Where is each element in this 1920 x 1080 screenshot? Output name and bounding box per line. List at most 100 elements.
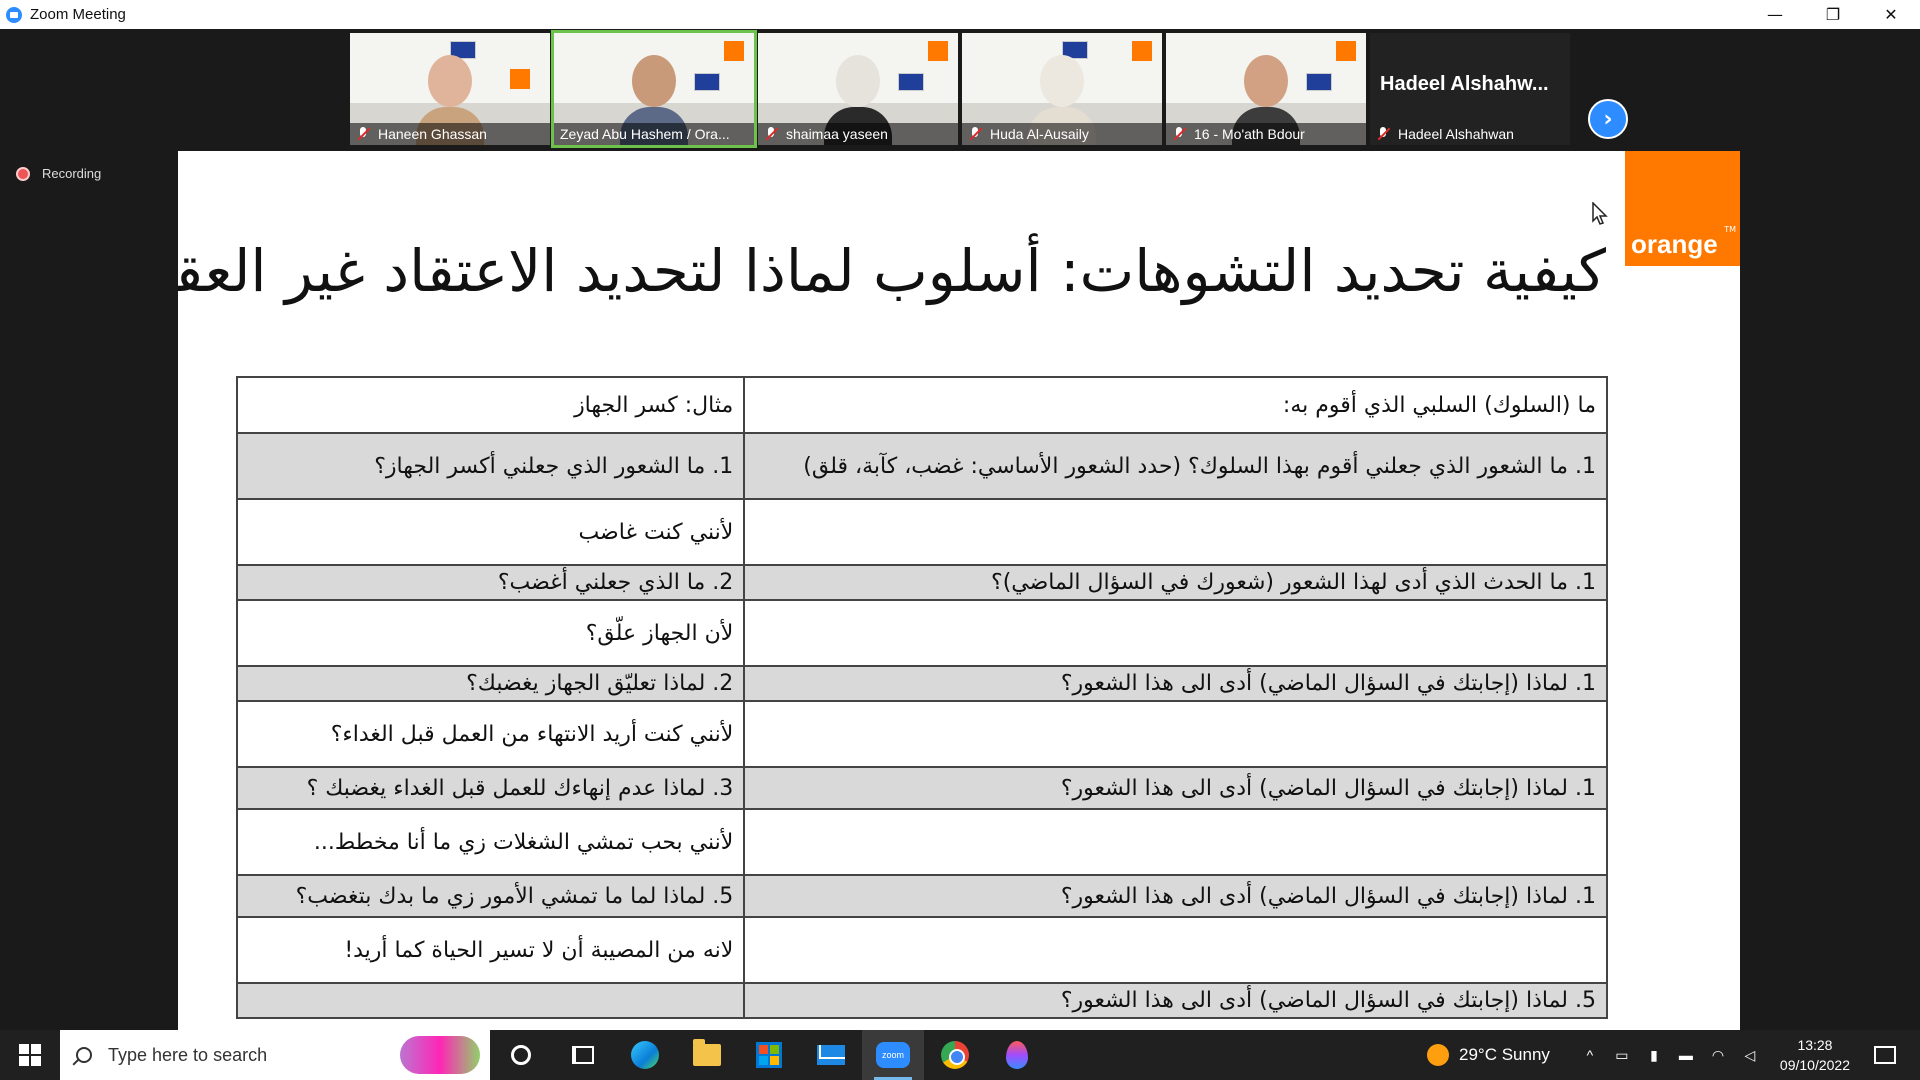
example-cell: لأن الجهاز علّق؟ — [235, 599, 746, 667]
orange-square-icon — [1336, 41, 1356, 61]
file-explorer-button[interactable] — [676, 1030, 738, 1080]
table-row: 5. لماذا لما ما تمشي الأمور زي ما بدك بت… — [235, 874, 1608, 918]
meet-now-icon[interactable]: ▭ — [1612, 1046, 1632, 1064]
participant-name: shaimaa yaseen — [786, 126, 888, 142]
question-cell — [743, 700, 1608, 768]
store-icon — [756, 1042, 782, 1068]
example-cell: 3. لماذا عدم إنهاءك للعمل قبل الغداء يغض… — [235, 766, 746, 810]
cortana-icon — [511, 1045, 531, 1065]
microphone-icon[interactable]: ▮ — [1644, 1046, 1664, 1064]
example-cell: لأنني كنت أريد الانتهاء من العمل قبل الغ… — [235, 700, 746, 768]
question-cell — [743, 498, 1608, 566]
table-row: لانه من المصيبة أن لا تسير الحياة كما أر… — [235, 916, 1608, 984]
system-tray: 29°C Sunny ^ ▭ ▮ ▬ ◠ ◁ 13:28 09/10/2022 — [1427, 1030, 1920, 1080]
participant-name: Haneen Ghassan — [378, 126, 487, 142]
app-drop-button[interactable] — [986, 1030, 1048, 1080]
participant-display-name: Hadeel Alshahw... — [1380, 73, 1549, 95]
task-view-button[interactable] — [552, 1030, 614, 1080]
participant-name-bar: 16 - Mo'ath Bdour — [1166, 123, 1366, 145]
table-row: 5. لماذا (إجابتك في السؤال الماضي) أدى ا… — [235, 982, 1608, 1019]
show-hidden-icons-chevron-icon[interactable]: ^ — [1580, 1046, 1600, 1064]
example-cell: مثال: كسر الجهاز — [235, 376, 746, 434]
muted-mic-icon — [764, 127, 778, 141]
participant-tile[interactable]: shaimaa yaseen — [758, 33, 958, 145]
recording-indicator[interactable]: Recording — [16, 166, 101, 181]
notifications-icon[interactable] — [1874, 1046, 1896, 1064]
clock[interactable]: 13:28 09/10/2022 — [1780, 1035, 1850, 1075]
question-cell: 5. لماذا (إجابتك في السؤال الماضي) أدى ا… — [743, 982, 1608, 1019]
close-button[interactable]: ✕ — [1862, 0, 1920, 29]
table-row: مثال: كسر الجهاز ما (السلوك) السلبي الذي … — [235, 376, 1608, 434]
mail-button[interactable] — [800, 1030, 862, 1080]
next-page-button[interactable]: › — [1588, 99, 1628, 139]
clock-date: 09/10/2022 — [1779, 1057, 1850, 1073]
participant-tile[interactable]: Haneen Ghassan — [350, 33, 550, 145]
recording-dot-icon — [16, 166, 30, 181]
muted-mic-icon — [1172, 127, 1186, 141]
worksheet-table: مثال: كسر الجهاز ما (السلوك) السلبي الذي … — [235, 376, 1608, 1019]
question-cell: 1. ما الشعور الذي جعلني أقوم بهذا السلوك… — [743, 432, 1608, 500]
edge-icon — [631, 1041, 659, 1069]
question-cell: 1. لماذا (إجابتك في السؤال الماضي) أدى ا… — [743, 766, 1608, 810]
volume-muted-icon[interactable]: ◁ — [1740, 1046, 1760, 1064]
table-row: 2. لماذا تعليّق الجهاز يغضبك؟ 1. لماذا (إ… — [235, 665, 1608, 702]
table-row: 3. لماذا عدم إنهاءك للعمل قبل الغداء يغض… — [235, 766, 1608, 810]
orange-square-icon — [510, 69, 530, 89]
restore-button[interactable]: ❐ — [1804, 0, 1862, 29]
muted-mic-icon — [968, 127, 982, 141]
eu-flag-icon — [898, 73, 924, 91]
search-placeholder: Type here to search — [108, 1044, 268, 1065]
network-icon[interactable]: ◠ — [1708, 1046, 1728, 1064]
edge-button[interactable] — [614, 1030, 676, 1080]
task-view-icon — [572, 1046, 594, 1064]
window-controls: — ❐ ✕ — [1746, 0, 1920, 29]
window-titlebar: Zoom Meeting — ❐ ✕ — [0, 0, 1920, 29]
store-button[interactable] — [738, 1030, 800, 1080]
clock-time: 13:28 — [1797, 1037, 1833, 1053]
cortana-button[interactable] — [490, 1030, 552, 1080]
question-cell — [743, 599, 1608, 667]
table-row: لأنني بحب تمشي الشغلات زي ما أنا مخطط... — [235, 808, 1608, 876]
windows-logo-icon — [19, 1044, 41, 1066]
example-cell: 1. ما الشعور الذي جعلني أكسر الجهاز؟ — [235, 432, 746, 500]
question-cell: 1. ما الحدث الذي أدى لهذا الشعور (شعورك … — [743, 564, 1608, 601]
participant-tile[interactable]: 16 - Mo'ath Bdour — [1166, 33, 1366, 145]
minimize-button[interactable]: — — [1746, 0, 1804, 29]
example-cell: 5. لماذا لما ما تمشي الأمور زي ما بدك بت… — [235, 874, 746, 918]
chrome-button[interactable] — [924, 1030, 986, 1080]
folder-icon — [693, 1039, 721, 1066]
orange-square-icon — [928, 41, 948, 61]
example-cell: 2. ما الذي جعلني أغضب؟ — [235, 564, 746, 601]
zoom-icon: zoom — [876, 1042, 910, 1068]
start-button[interactable] — [0, 1030, 60, 1080]
participant-name-bar: Zeyad Abu Hashem / Ora... — [554, 123, 754, 145]
table-row: لأن الجهاز علّق؟ — [235, 599, 1608, 667]
eu-flag-icon — [1306, 73, 1332, 91]
participant-strip: Haneen Ghassan Zeyad Abu Hashem / Ora...… — [0, 29, 1920, 149]
participant-tile-no-video[interactable]: Hadeel Alshahw... Hadeel Alshahwan — [1370, 33, 1570, 145]
search-icon — [76, 1047, 92, 1063]
zoom-taskbar-button[interactable]: zoom — [862, 1030, 924, 1080]
recording-label: Recording — [42, 166, 102, 181]
taskbar-search[interactable]: Type here to search — [60, 1030, 490, 1080]
participant-name: Huda Al-Ausaily — [990, 126, 1089, 142]
window-title: Zoom Meeting — [30, 6, 126, 23]
mail-icon — [817, 1045, 845, 1065]
question-cell — [743, 916, 1608, 984]
question-cell: 1. لماذا (إجابتك في السؤال الماضي) أدى ا… — [743, 874, 1608, 918]
participant-name: Zeyad Abu Hashem / Ora... — [560, 126, 730, 142]
example-cell — [235, 982, 746, 1019]
participant-tile[interactable]: Huda Al-Ausaily — [962, 33, 1162, 145]
trademark-mark: TM — [1724, 225, 1736, 234]
participant-name-bar: Huda Al-Ausaily — [962, 123, 1162, 145]
windows-taskbar: Type here to search zoom 29°C Sunny ^ ▭ … — [0, 1030, 1920, 1080]
participant-name-bar: Haneen Ghassan — [350, 123, 550, 145]
table-row: 2. ما الذي جعلني أغضب؟ 1. ما الحدث الذي أ… — [235, 564, 1608, 601]
participant-tile-active[interactable]: Zeyad Abu Hashem / Ora... — [551, 30, 757, 148]
battery-icon[interactable]: ▬ — [1676, 1046, 1696, 1064]
table-row: لأنني كنت غاضب — [235, 498, 1608, 566]
orange-square-icon — [724, 41, 744, 61]
zoom-app-icon — [6, 6, 22, 23]
weather-text[interactable]: 29°C Sunny — [1459, 1045, 1550, 1065]
example-cell: 2. لماذا تعليّق الجهاز يغضبك؟ — [235, 665, 746, 702]
